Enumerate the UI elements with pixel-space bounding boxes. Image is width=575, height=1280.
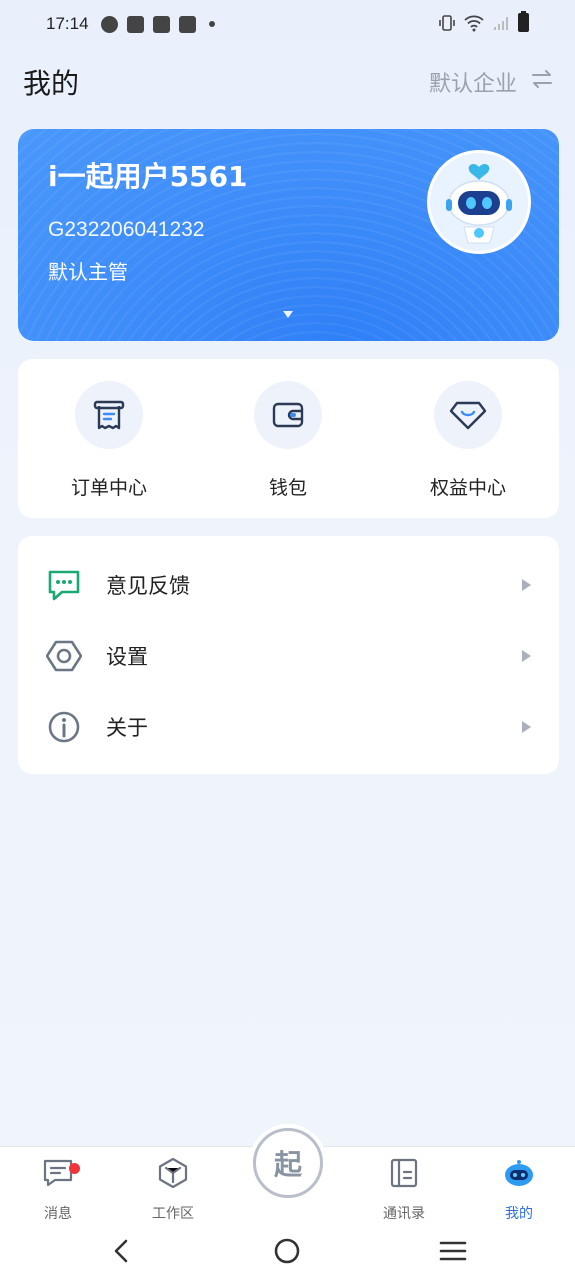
- menu-item-label: 设置: [106, 645, 148, 669]
- quick-icon-circle: [75, 381, 143, 449]
- chevron-right-icon: [522, 721, 531, 733]
- contacts-icon: [390, 1158, 418, 1188]
- quick-action-label: 权益中心: [429, 477, 506, 499]
- bag-icon: [178, 15, 196, 33]
- vibrate-icon: [439, 14, 455, 31]
- swap-icon[interactable]: [529, 66, 555, 92]
- tab-messages[interactable]: 消息: [18, 1157, 98, 1223]
- quick-action-wallet[interactable]: 钱包: [228, 381, 348, 500]
- bag-icon: [126, 15, 144, 33]
- center-action-button[interactable]: 起: [253, 1128, 323, 1198]
- settings-icon: [46, 640, 82, 672]
- expand-caret-icon[interactable]: [283, 311, 293, 318]
- home-icon[interactable]: [272, 1236, 302, 1266]
- quick-action-label: 订单中心: [70, 477, 147, 499]
- user-name: i一起用户5561: [48, 160, 248, 193]
- system-nav-bar: [0, 1224, 575, 1280]
- menu-item-settings[interactable]: 设置: [18, 620, 559, 692]
- signal-icon: [494, 16, 508, 30]
- quick-icon-circle: [434, 381, 502, 449]
- status-time: 17:14: [46, 14, 89, 33]
- user-role: 默认主管: [48, 260, 128, 284]
- battery-icon: [518, 11, 529, 32]
- company-switch-label[interactable]: 默认企业: [429, 66, 517, 98]
- chevron-right-icon: [522, 579, 531, 591]
- quick-action-label: 钱包: [268, 477, 307, 499]
- info-icon: [48, 711, 80, 743]
- status-icons: [438, 11, 529, 32]
- speed-icon: [100, 15, 118, 33]
- profile-card[interactable]: i一起用户5561 G232206041232 默认主管: [18, 129, 559, 341]
- robot-icon: [505, 1160, 533, 1186]
- quick-action-benefits[interactable]: 权益中心: [408, 381, 528, 500]
- menu-item-feedback[interactable]: 意见反馈: [18, 549, 559, 621]
- bag-icon: [152, 15, 170, 33]
- quick-action-orders[interactable]: 订单中心: [49, 381, 169, 500]
- center-action-label: 起: [273, 1148, 302, 1181]
- tab-label: 消息: [44, 1206, 72, 1222]
- chevron-right-icon: [522, 650, 531, 662]
- message-icon: [43, 1159, 73, 1187]
- menu-item-about[interactable]: 关于: [18, 691, 559, 763]
- menu-panel: 意见反馈 设置 关于: [18, 536, 559, 774]
- tab-contacts[interactable]: 通讯录: [364, 1157, 444, 1223]
- diamond-icon: [449, 401, 487, 430]
- tab-mine[interactable]: 我的: [479, 1157, 559, 1223]
- quick-actions-panel: 订单中心 钱包 权益中心: [18, 359, 559, 518]
- unread-badge: [69, 1163, 80, 1174]
- tab-label: 我的: [505, 1206, 533, 1222]
- feedback-icon: [48, 570, 80, 601]
- robot-avatar-icon: [446, 163, 512, 244]
- status-bar: 17:14: [0, 0, 575, 48]
- page-title: 我的: [23, 67, 80, 100]
- cube-icon: [158, 1157, 188, 1189]
- notification-dot-icon: [208, 21, 215, 27]
- avatar[interactable]: [427, 150, 531, 254]
- menu-icon[interactable]: [438, 1236, 468, 1266]
- user-id: G232206041232: [48, 218, 205, 241]
- back-icon[interactable]: [107, 1236, 137, 1266]
- header: 我的 默认企业: [0, 52, 575, 110]
- tab-label: 通讯录: [383, 1206, 425, 1222]
- menu-item-label: 意见反馈: [106, 574, 190, 598]
- tab-label: 工作区: [152, 1206, 194, 1222]
- quick-icon-circle: [254, 381, 322, 449]
- receipt-icon: [93, 400, 125, 430]
- menu-item-label: 关于: [106, 716, 148, 740]
- tab-workspace[interactable]: 工作区: [133, 1157, 213, 1223]
- wallet-icon: [272, 402, 304, 428]
- wifi-icon: [464, 15, 484, 31]
